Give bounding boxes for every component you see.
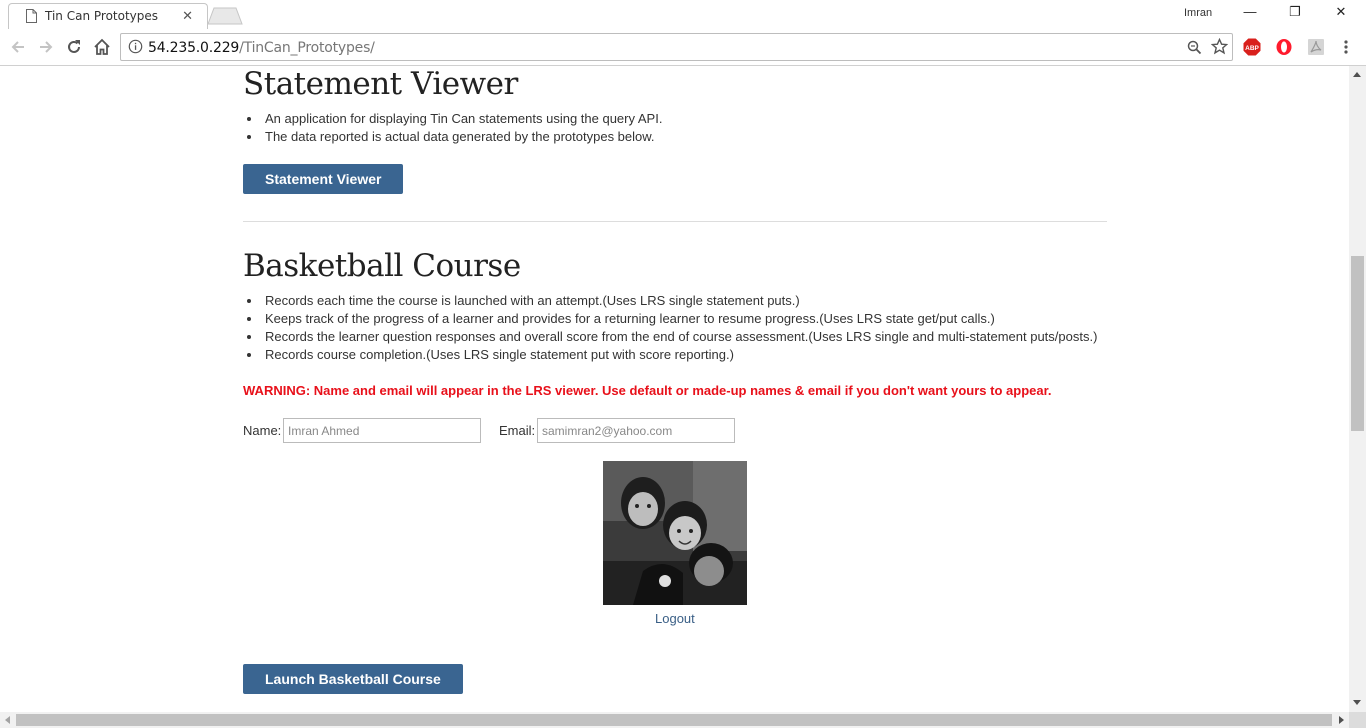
vertical-scrollbar-thumb[interactable]	[1351, 256, 1364, 431]
info-icon[interactable]	[128, 39, 143, 54]
scroll-left-arrow-icon[interactable]	[5, 716, 10, 724]
menu-icon[interactable]	[1337, 38, 1355, 56]
list-item: An application for displaying Tin Can st…	[243, 110, 662, 128]
email-input[interactable]	[537, 418, 735, 443]
back-icon[interactable]	[8, 37, 28, 57]
browser-tab[interactable]: Tin Can Prototypes ✕	[8, 3, 208, 29]
list-item: Records the learner question responses a…	[243, 328, 1097, 346]
statement-viewer-list: An application for displaying Tin Can st…	[243, 110, 662, 146]
scroll-down-arrow-icon[interactable]	[1353, 700, 1361, 705]
reload-icon[interactable]	[64, 37, 84, 57]
document-icon	[26, 9, 37, 23]
basketball-course-title: Basketball Course	[243, 248, 521, 284]
profile-name[interactable]: Imran	[1184, 7, 1212, 19]
section-divider	[243, 221, 1107, 222]
statement-viewer-title: Statement Viewer	[243, 66, 518, 102]
scroll-up-arrow-icon[interactable]	[1353, 72, 1361, 77]
restore-icon[interactable]: ❐	[1272, 4, 1318, 24]
tab-close-icon[interactable]: ✕	[182, 8, 193, 24]
launch-basketball-course-button[interactable]: Launch Basketball Course	[243, 664, 463, 694]
profile-photo	[603, 461, 747, 605]
scrollbar-corner	[1349, 712, 1366, 728]
scroll-right-arrow-icon[interactable]	[1339, 716, 1344, 724]
email-label: Email:	[499, 423, 536, 438]
abp-label: ABP	[1245, 45, 1259, 52]
vertical-scrollbar[interactable]	[1349, 66, 1366, 712]
name-input[interactable]	[283, 418, 481, 443]
bookmark-star-icon[interactable]	[1211, 38, 1228, 55]
list-item: Records course completion.(Uses LRS sing…	[243, 346, 1097, 364]
page-viewport: Statement Viewer An application for disp…	[0, 66, 1349, 712]
horizontal-scrollbar[interactable]	[0, 712, 1349, 728]
warning-message: WARNING: Name and email will appear in t…	[243, 383, 1052, 398]
forward-icon[interactable]	[36, 37, 56, 57]
horizontal-scrollbar-thumb[interactable]	[16, 714, 1332, 726]
logout-link[interactable]: Logout	[655, 611, 695, 626]
tab-title: Tin Can Prototypes	[45, 9, 159, 23]
abp-icon[interactable]: ABP	[1243, 38, 1261, 56]
url-text[interactable]: 54.235.0.229/TinCan_Prototypes/	[148, 40, 375, 56]
browser-toolbar: 54.235.0.229/TinCan_Prototypes/ ABP	[0, 29, 1366, 66]
home-icon[interactable]	[92, 37, 112, 57]
pdf-icon[interactable]	[1307, 38, 1325, 56]
address-bar[interactable]: 54.235.0.229/TinCan_Prototypes/	[120, 33, 1233, 61]
opera-icon[interactable]	[1275, 38, 1293, 56]
url-host: 54.235.0.229	[148, 40, 240, 56]
list-item: The data reported is actual data generat…	[243, 128, 662, 146]
learner-form: Name: Email:	[243, 418, 1107, 444]
list-item: Records each time the course is launched…	[243, 292, 1097, 310]
statement-viewer-button[interactable]: Statement Viewer	[243, 164, 404, 194]
basketball-course-list: Records each time the course is launched…	[243, 292, 1097, 364]
list-item: Keeps track of the progress of a learner…	[243, 310, 1097, 328]
close-window-icon[interactable]: ✕	[1318, 4, 1364, 24]
minimize-icon[interactable]: —	[1227, 4, 1273, 24]
name-label: Name:	[243, 423, 282, 438]
url-path: /TinCan_Prototypes/	[239, 40, 375, 56]
browser-tab-bar: Tin Can Prototypes ✕ Imran — ❐ ✕	[0, 0, 1366, 29]
zoom-icon[interactable]	[1187, 40, 1202, 55]
new-tab-button[interactable]	[207, 7, 243, 25]
